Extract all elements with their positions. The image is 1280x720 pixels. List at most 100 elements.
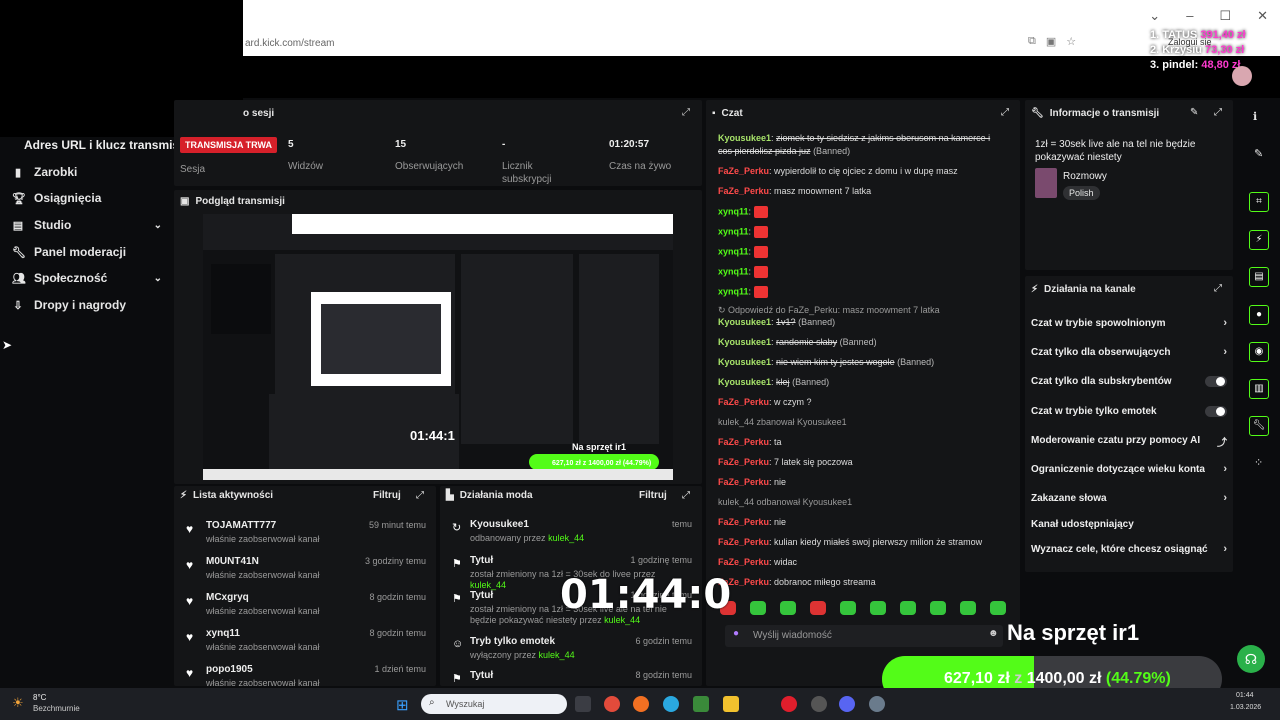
chat-username[interactable]: FaZe_Perku (718, 477, 769, 487)
chat-username[interactable]: Kyousukee1 (718, 357, 771, 367)
activity-row[interactable]: ♥ TOJAMATT777 właśnie zaobserwował kanał 59… (184, 518, 434, 552)
bolt-icon[interactable]: ⚡︎ (1249, 230, 1269, 250)
chat-message[interactable]: FaZe_Perku: widac (718, 557, 1018, 568)
channel-action-row[interactable]: Czat w trybie tylko emotek (1031, 406, 1227, 417)
document-icon[interactable]: ▤ (1249, 267, 1269, 287)
expand-icon[interactable]: ⤢ (416, 490, 424, 501)
taskbar-search[interactable]: Wyszukaj (421, 694, 567, 714)
chat-username[interactable]: Kyousukee1 (718, 317, 771, 327)
emote-icon[interactable] (870, 601, 886, 615)
chat-username[interactable]: xynq11 (718, 286, 749, 296)
crop-icon[interactable]: ⌗ (1249, 192, 1269, 212)
close-icon[interactable]: ✕ (1257, 8, 1268, 24)
chat-username[interactable]: Kyousukee1 (718, 133, 771, 143)
pen-icon[interactable]: ✎ (1254, 147, 1263, 160)
channel-action-row[interactable]: Czat tylko dla obserwujących › (1031, 346, 1227, 358)
chat-message[interactable]: Kyousukee1: 1v1? (Banned) (718, 317, 1018, 328)
chat-message[interactable]: FaZe_Perku: ta (718, 437, 1018, 448)
mic-icon[interactable]: ● (733, 628, 739, 639)
chat-username[interactable]: FaZe_Perku (718, 166, 769, 176)
emote-bar[interactable] (720, 601, 1006, 615)
mod-action-row[interactable]: ↻ Kyousukee1 odbanowany przez kulek_44 temu (448, 519, 694, 559)
toggle-switch[interactable] (1205, 376, 1227, 387)
sidebar-item-spolecznosc[interactable]: 👥︎ Społeczność ⌄ (12, 271, 162, 285)
chat-username[interactable]: FaZe_Perku (718, 557, 769, 567)
read-icon[interactable]: ▣ (1046, 35, 1056, 48)
sidebar-item-studio[interactable]: ▤ Studio ⌄ (12, 218, 162, 232)
chat-message[interactable]: FaZe_Perku: kulian kiedy miałeś swoj pie… (718, 537, 1018, 548)
sidebar-header[interactable]: Adres URL i klucz transmisji (24, 138, 186, 152)
chat-message[interactable]: FaZe_Perku: nie (718, 477, 1018, 488)
sidebar-item-osiagniecia[interactable]: 🏆︎ Osiągnięcia (12, 191, 162, 205)
chat-message[interactable]: FaZe_Perku: 7 latek się poczowa (718, 457, 1018, 468)
chat-username[interactable]: xynq11 (718, 226, 749, 236)
channel-action-row[interactable]: Moderowanie czatu przy pomocy AI ⤴ (1031, 435, 1227, 449)
chat-message[interactable]: xynq11: (718, 266, 1018, 278)
chat-username[interactable]: Kyousukee1 (718, 377, 771, 387)
sidebar-item-zarobki[interactable]: ▮ Zarobki (12, 165, 162, 179)
category-name[interactable]: Rozmowy (1063, 171, 1107, 182)
chat-message[interactable]: Kyousukee1: klej (Banned) (718, 377, 1018, 388)
chat-message[interactable]: Kyousukee1: nie wiem kim ty jestes wogol… (718, 357, 1018, 368)
chat-message[interactable]: xynq11: (718, 246, 1018, 258)
toggle-switch[interactable] (1205, 406, 1227, 417)
chat-message[interactable]: FaZe_Perku: dobranoc miłego streama (718, 577, 1018, 588)
edge-icon[interactable] (663, 696, 679, 712)
channel-action-row[interactable]: Czat w trybie spowolnionym › (1031, 317, 1227, 329)
chat-username[interactable]: Kyousukee1 (718, 337, 771, 347)
firefox-icon[interactable] (633, 696, 649, 712)
expand-icon[interactable]: ⤢ (1001, 107, 1009, 118)
expand-icon[interactable]: ⤢ (1214, 283, 1222, 294)
layout-icon[interactable]: ▥ (1249, 379, 1269, 399)
channel-action-row[interactable]: Wyznacz cele, które chcesz osiągnąć › (1031, 543, 1227, 555)
emote-icon[interactable] (780, 601, 796, 615)
chevron-down-icon[interactable]: ⌄ (1149, 8, 1160, 24)
chat-message[interactable]: FaZe_Perku: wypierdolił to cię ojciec z … (718, 166, 1018, 177)
activity-row[interactable]: ♥ xynq11 właśnie zaobserwował kanał 8 godzi… (184, 626, 434, 660)
folder-icon[interactable] (723, 696, 739, 712)
address-bar[interactable]: ard.kick.com/stream (243, 31, 1093, 55)
windows-start-icon[interactable]: ⊞ (396, 696, 409, 714)
emoji-icon[interactable]: ☻ (988, 628, 999, 639)
emote-icon[interactable] (810, 601, 826, 615)
activity-row[interactable]: ♥ MCxgryq właśnie zaobserwował kanał 8 godz… (184, 590, 434, 624)
apps-icon[interactable]: ⁘ (1254, 456, 1263, 469)
emote-icon[interactable] (990, 601, 1006, 615)
emote-icon[interactable] (960, 601, 976, 615)
chat-message[interactable]: Kyousukee1: ziomek to ty siedzisz z jaki… (718, 133, 1018, 144)
sidebar-item-panel-moderacji[interactable]: 🔧︎ Panel moderacji (12, 245, 162, 259)
chat-message[interactable]: kulek_44 zbanował Kyousukee1 (718, 417, 1018, 428)
chat-username[interactable]: FaZe_Perku (718, 457, 769, 467)
chat-username[interactable]: FaZe_Perku (718, 186, 769, 196)
chat-username[interactable]: xynq11 (718, 206, 749, 216)
expand-icon[interactable]: ⤢ (682, 490, 690, 501)
install-icon[interactable]: ⧉ (1028, 35, 1036, 48)
maximize-icon[interactable]: ☐ (1219, 8, 1231, 24)
chat-username[interactable]: xynq11 (718, 266, 749, 276)
chat-message[interactable]: FaZe_Perku: masz moowment 7 latka (718, 186, 1018, 197)
chat-message[interactable]: xynq11: (718, 206, 1018, 218)
chat-message[interactable]: cos pierdolisz pizda juz (Banned) (718, 146, 1018, 157)
chrome-icon[interactable] (604, 696, 620, 712)
minecraft-icon[interactable] (693, 696, 709, 712)
channel-action-row[interactable]: Ograniczenie dotyczące wieku konta › (1031, 463, 1227, 475)
chat-message[interactable]: xynq11: (718, 286, 1018, 298)
emote-icon[interactable] (930, 601, 946, 615)
chat-message[interactable]: xynq11: (718, 226, 1018, 238)
settings-icon[interactable] (869, 696, 885, 712)
star-icon[interactable]: ☆ (1066, 35, 1076, 48)
info-icon[interactable]: ℹ (1253, 110, 1257, 123)
mod-filter-button[interactable]: Filtruj (639, 490, 667, 501)
minimize-icon[interactable]: – (1186, 8, 1193, 24)
channel-action-row[interactable]: Zakazane słowa › (1031, 492, 1227, 504)
chat-username[interactable]: FaZe_Perku (718, 517, 769, 527)
avatar[interactable] (1232, 66, 1252, 86)
broadcast-icon[interactable]: ◉ (1249, 342, 1269, 362)
chat-message[interactable]: ↻ Odpowiedź do FaZe_Perku: masz moowment… (718, 305, 1018, 316)
wrench-icon[interactable]: 🔧︎ (1249, 416, 1269, 436)
chat-message-input[interactable]: Wyślij wiadomość (725, 625, 1003, 647)
expand-icon[interactable]: ⤢ (1214, 107, 1222, 118)
chat-message[interactable]: FaZe_Perku: w czym ? (718, 397, 1018, 408)
chat-username[interactable]: FaZe_Perku (718, 397, 769, 407)
chat-username[interactable]: xynq11 (718, 246, 749, 256)
